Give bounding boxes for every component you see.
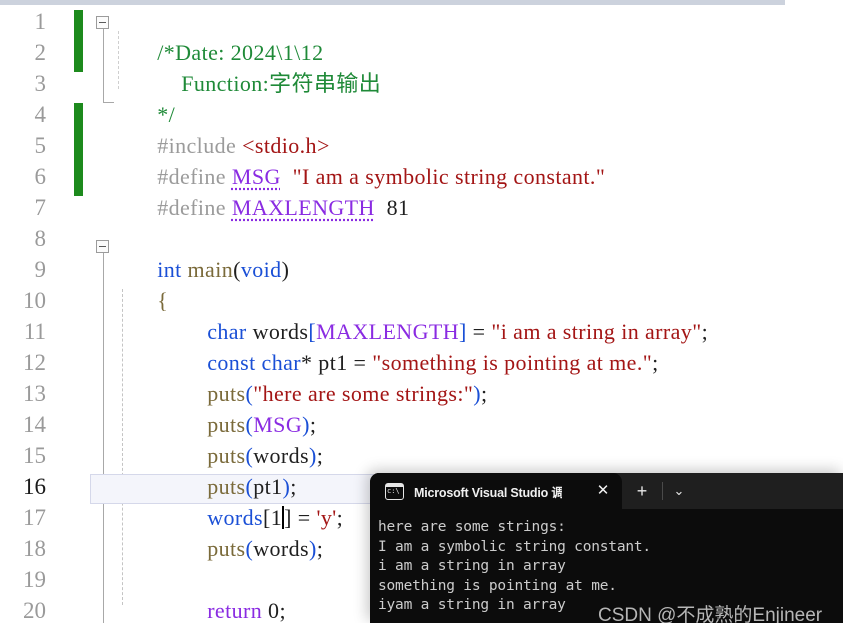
line-number: 14 (23, 412, 46, 437)
terminal-output-area[interactable]: here are some strings: I am a symbolic s… (370, 509, 843, 623)
line-number: 12 (23, 350, 46, 375)
close-icon[interactable]: ✕ (594, 482, 612, 500)
editor-line[interactable]: 9 { (0, 254, 843, 313)
line-number: 8 (34, 226, 47, 251)
line-number: 2 (34, 40, 47, 65)
line-number: 9 (34, 257, 47, 282)
terminal-output-line: i am a string in array (378, 558, 566, 574)
line-number: 11 (23, 319, 46, 344)
line-number: 13 (23, 381, 46, 406)
line-number: 3 (34, 71, 47, 96)
editor-line[interactable]: 6 #define MAXLENGTH 81 (0, 161, 843, 220)
line-number-current: 16 (23, 474, 46, 499)
line-number: 5 (34, 133, 47, 158)
line-number: 17 (23, 505, 46, 530)
console-icon (385, 482, 404, 500)
line-number: 10 (23, 288, 46, 313)
editor-line[interactable]: 2 Function:字符串输出 (0, 37, 843, 96)
toolbar-divider (662, 482, 663, 500)
line-number: 7 (34, 195, 47, 220)
editor-line[interactable]: 13 puts(MSG); (0, 378, 843, 437)
terminal-output-line: I am a symbolic string constant. (378, 538, 651, 555)
editor-line[interactable]: 1 /*Date: 2024\1\12 (0, 6, 843, 65)
line-number: 4 (34, 102, 47, 127)
line-number: 20 (23, 598, 46, 623)
csdn-watermark: CSDN @不成熟的Enjineer (598, 605, 823, 623)
line-number: 1 (34, 9, 47, 34)
line-number: 6 (34, 164, 47, 189)
editor-line[interactable]: 3 */ (0, 68, 843, 127)
line-number: 18 (23, 536, 46, 561)
terminal-tab-bar: Microsoft Visual Studio 调试控制台 ✕ + ⌄ (370, 473, 843, 509)
horizontal-scrollbar-thumb[interactable] (0, 0, 785, 5)
terminal-tab-active[interactable]: Microsoft Visual Studio 调试控制台 ✕ (370, 473, 622, 509)
terminal-output-line: here are some strings: (378, 519, 566, 535)
terminal-output-line: something is pointing at me. (378, 577, 617, 594)
terminal-tab-title: Microsoft Visual Studio 调试控制台 (414, 485, 562, 500)
editor-line[interactable]: 14 puts(words); (0, 409, 843, 468)
plus-icon[interactable]: + (632, 481, 652, 501)
debug-console-window[interactable]: Microsoft Visual Studio 调试控制台 ✕ + ⌄ here… (370, 473, 843, 623)
vs-code-editor-screenshot: 1 /*Date: 2024\1\12 2 Function:字符串输出 3 *… (0, 0, 843, 623)
editor-line[interactable]: 15 puts(pt1); (0, 440, 843, 499)
line-number: 15 (23, 443, 46, 468)
editor-line[interactable]: 12 puts("here are some strings:"); (0, 347, 843, 406)
editor-line[interactable]: 11 const char* pt1 = "something is point… (0, 316, 843, 375)
line-content: } (110, 595, 168, 623)
chevron-down-icon[interactable]: ⌄ (668, 481, 690, 501)
editor-line[interactable]: 7 (0, 192, 843, 223)
editor-line[interactable]: 4 #include <stdio.h> (0, 99, 843, 158)
editor-line[interactable]: 5 #define MSG "I am a symbolic string co… (0, 130, 843, 189)
line-number: 19 (23, 567, 46, 592)
editor-line[interactable]: 8 int main(void) (0, 223, 843, 282)
editor-line[interactable]: 10 char words[MAXLENGTH] = "i am a strin… (0, 285, 843, 344)
